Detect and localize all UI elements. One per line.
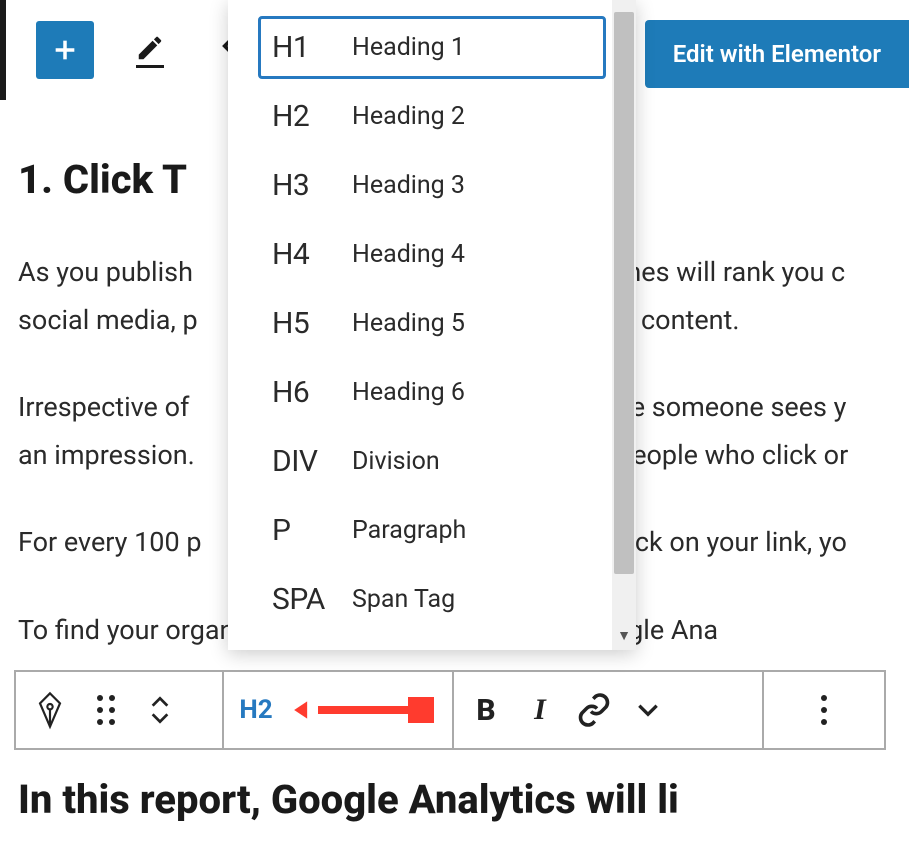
text-fragment: Irrespective of [18, 391, 189, 423]
pencil-icon [135, 33, 165, 63]
link-icon [576, 692, 612, 728]
text-fragment: e someone sees y [631, 391, 847, 423]
dropdown-item-p[interactable]: P Paragraph [258, 499, 606, 562]
drag-dots-icon [97, 695, 115, 725]
dropdown-label: Division [352, 447, 440, 476]
heading-dropdown: H1 Heading 1 H2 Heading 2 H3 Heading 3 H… [228, 0, 636, 650]
plus-icon [51, 36, 79, 64]
more-options-button[interactable] [806, 672, 842, 748]
text-fragment: For every 100 p [18, 526, 202, 558]
dropdown-tag: DIV [272, 444, 334, 479]
edit-elementor-button[interactable]: Edit with Elementor [645, 20, 909, 88]
drag-handle[interactable] [88, 672, 124, 748]
scrollbar-down-icon[interactable]: ▼ [617, 627, 631, 644]
annotation-arrow [292, 672, 434, 748]
dropdown-item-h4[interactable]: H4 Heading 4 [258, 223, 606, 286]
more-formatting-button[interactable] [630, 672, 666, 748]
dropdown-tag: H6 [272, 375, 334, 410]
dropdown-label: Heading 5 [352, 309, 465, 338]
red-square-icon [408, 697, 434, 723]
dropdown-tag: H5 [272, 306, 334, 341]
dropdown-item-h3[interactable]: H3 Heading 3 [258, 154, 606, 217]
dropdown-tag: H1 [272, 30, 334, 65]
text-fragment: content. [641, 304, 739, 336]
edit-button[interactable] [130, 33, 170, 68]
heading-level-button[interactable]: H2 [238, 672, 274, 748]
block-type-button[interactable] [30, 672, 70, 748]
italic-button[interactable]: I [522, 672, 558, 748]
pen-nib-icon [30, 690, 70, 730]
text-fragment: nes will rank you c [626, 256, 845, 288]
chevron-up-icon [149, 695, 171, 709]
dropdown-list: H1 Heading 1 H2 Heading 2 H3 Heading 3 H… [228, 0, 636, 643]
text-fragment: eople who click or [632, 439, 848, 471]
dropdown-item-div[interactable]: DIV Division [258, 430, 606, 493]
dropdown-item-h6[interactable]: H6 Heading 6 [258, 361, 606, 424]
dropdown-tag: H2 [272, 99, 334, 134]
text-fragment: As you publish [18, 256, 193, 288]
text-fragment: ck on your link, yo [635, 526, 847, 558]
dropdown-item-h2[interactable]: H2 Heading 2 [258, 85, 606, 148]
dropdown-label: Heading 2 [352, 102, 465, 131]
report-heading[interactable]: In this report, Google Analytics will li [18, 776, 679, 823]
text-fragment: social media, p [18, 304, 198, 336]
dropdown-label: Paragraph [352, 516, 466, 545]
scrollbar-thumb[interactable] [614, 12, 634, 574]
dropdown-label: Heading 1 [352, 33, 465, 62]
dropdown-label: Heading 6 [352, 378, 465, 407]
pencil-underline [136, 65, 164, 68]
arrow-left-red-icon [292, 696, 318, 724]
text-fragment: an impression. [18, 439, 195, 471]
kebab-icon [821, 695, 827, 725]
add-block-button[interactable] [36, 21, 94, 79]
scrollbar-track[interactable]: ▼ [612, 0, 636, 650]
chevron-down-icon [149, 711, 171, 725]
move-updown-button[interactable] [142, 672, 178, 748]
dropdown-tag: H3 [272, 168, 334, 203]
link-button[interactable] [576, 672, 612, 748]
dropdown-item-h1[interactable]: H1 Heading 1 [258, 16, 606, 79]
dropdown-label: Heading 3 [352, 171, 465, 200]
dropdown-tag: P [272, 513, 334, 548]
bold-button[interactable]: B [468, 672, 504, 748]
block-toolbar: H2 B I [14, 670, 886, 750]
dropdown-tag: SPA [272, 582, 334, 617]
dropdown-item-h5[interactable]: H5 Heading 5 [258, 292, 606, 355]
dropdown-label: Span Tag [352, 585, 455, 614]
dropdown-label: Heading 4 [352, 240, 465, 269]
chevron-down-icon [635, 701, 661, 719]
dropdown-tag: H4 [272, 237, 334, 272]
dropdown-item-span[interactable]: SPA Span Tag [258, 568, 606, 631]
